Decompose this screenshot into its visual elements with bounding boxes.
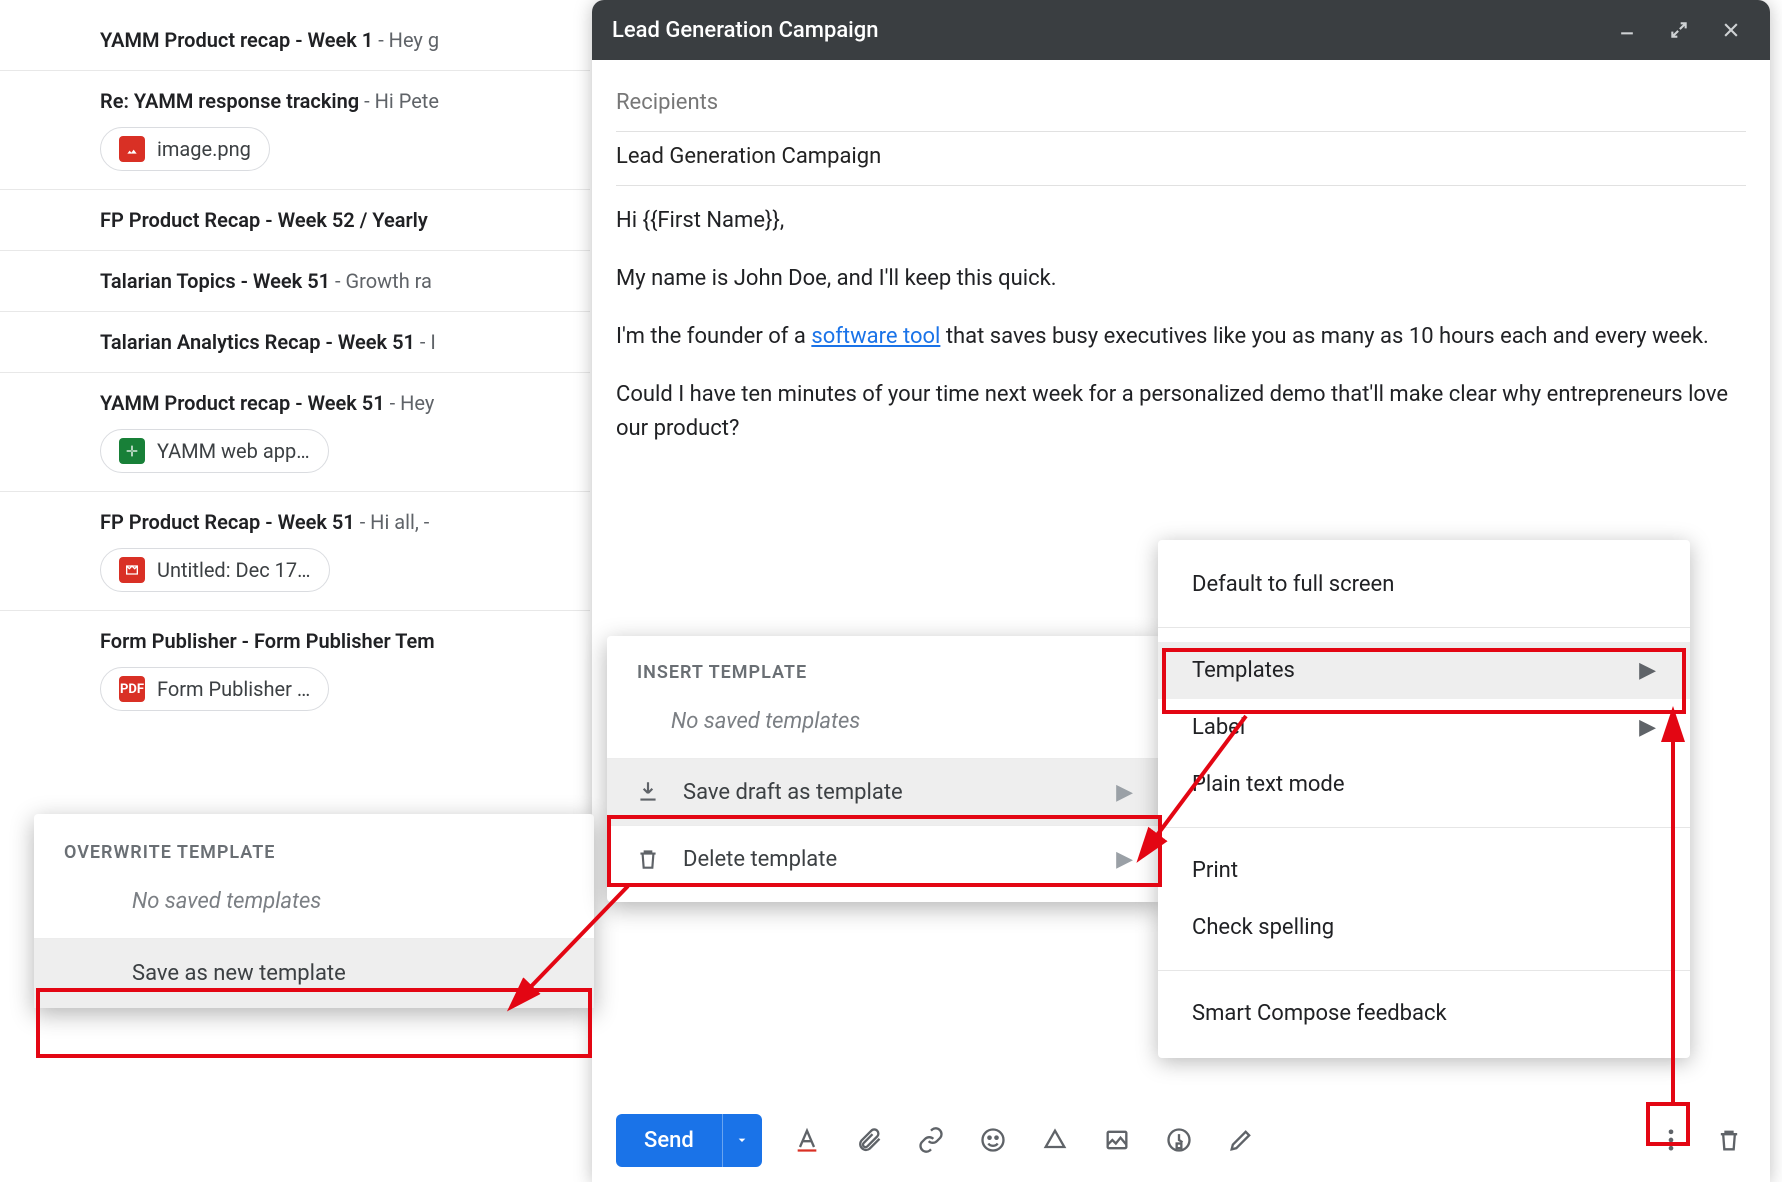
body-p2: I'm the founder of a software tool that … bbox=[616, 320, 1746, 354]
more-options-menu: Default to full screen Templates ▶ Label… bbox=[1158, 540, 1690, 1058]
pdf-icon: PDF bbox=[119, 676, 145, 702]
more-options-button[interactable] bbox=[1654, 1123, 1688, 1157]
menu-templates[interactable]: Templates ▶ bbox=[1158, 642, 1690, 699]
emoji-icon[interactable] bbox=[976, 1123, 1010, 1157]
save-as-new-template[interactable]: Save as new template bbox=[34, 938, 594, 1008]
close-button[interactable] bbox=[1714, 13, 1748, 47]
attachment-label: YAMM web app… bbox=[157, 439, 310, 463]
email-preview: - I bbox=[415, 330, 436, 354]
link-icon[interactable] bbox=[914, 1123, 948, 1157]
spreadsheet-icon bbox=[119, 438, 145, 464]
attach-icon[interactable] bbox=[852, 1123, 886, 1157]
discard-button[interactable] bbox=[1712, 1123, 1746, 1157]
attachment-chip[interactable]: YAMM web app… bbox=[100, 429, 329, 473]
chevron-right-icon: ▶ bbox=[1116, 847, 1133, 872]
email-list: YAMM Product recap - Week 1 - Hey g Re: … bbox=[0, 0, 590, 729]
email-preview: - Growth ra bbox=[330, 269, 432, 293]
attachment-chip[interactable]: Untitled: Dec 17… bbox=[100, 548, 330, 592]
subject-field[interactable]: Lead Generation Campaign bbox=[616, 132, 1746, 186]
drive-icon[interactable] bbox=[1038, 1123, 1072, 1157]
menu-separator bbox=[1158, 827, 1690, 828]
attachment-chip[interactable]: image.png bbox=[100, 127, 270, 171]
body-p1: My name is John Doe, and I'll keep this … bbox=[616, 262, 1746, 296]
email-subject: Talarian Topics - Week 51 bbox=[100, 269, 330, 293]
email-subject: YAMM Product recap - Week 51 bbox=[100, 391, 385, 415]
no-saved-templates-label: No saved templates bbox=[34, 883, 594, 938]
menu-separator bbox=[1158, 970, 1690, 971]
menu-check-spelling[interactable]: Check spelling bbox=[1158, 899, 1690, 956]
email-preview: - Hey bbox=[385, 391, 435, 415]
compose-toolbar: Send bbox=[592, 1098, 1770, 1182]
compose-title: Lead Generation Campaign bbox=[612, 18, 1592, 43]
menu-smart-compose[interactable]: Smart Compose feedback bbox=[1158, 985, 1690, 1042]
software-tool-link[interactable]: software tool bbox=[811, 324, 940, 349]
menu-label[interactable]: Label ▶ bbox=[1158, 699, 1690, 756]
insert-template-header: INSERT TEMPLATE bbox=[607, 656, 1161, 703]
email-preview: - Hi all, - bbox=[355, 510, 430, 534]
menu-separator bbox=[1158, 627, 1690, 628]
email-subject: YAMM Product recap - Week 1 bbox=[100, 28, 373, 52]
fullscreen-button[interactable] bbox=[1662, 13, 1696, 47]
video-icon bbox=[119, 557, 145, 583]
delete-template[interactable]: Delete template ▶ bbox=[607, 825, 1161, 892]
attachment-chip[interactable]: PDF Form Publisher … bbox=[100, 667, 329, 711]
email-preview: - Hi Pete bbox=[359, 89, 439, 113]
confidential-icon[interactable] bbox=[1162, 1123, 1196, 1157]
attachment-label: Untitled: Dec 17… bbox=[157, 558, 311, 582]
email-subject: Re: YAMM response tracking bbox=[100, 89, 359, 113]
email-row[interactable]: Re: YAMM response tracking - Hi Pete ima… bbox=[0, 71, 590, 190]
image-icon[interactable] bbox=[1100, 1123, 1134, 1157]
send-button[interactable]: Send bbox=[616, 1114, 722, 1167]
recipients-field[interactable]: Recipients bbox=[616, 78, 1746, 132]
pen-icon[interactable] bbox=[1224, 1123, 1258, 1157]
trash-icon bbox=[635, 846, 661, 872]
attachment-label: Form Publisher … bbox=[157, 677, 310, 701]
save-template-submenu: OVERWRITE TEMPLATE No saved templates Sa… bbox=[34, 814, 594, 1008]
email-row[interactable]: FP Product Recap - Week 51 - Hi all, - U… bbox=[0, 492, 590, 611]
image-icon bbox=[119, 136, 145, 162]
minimize-button[interactable] bbox=[1610, 13, 1644, 47]
chevron-right-icon: ▶ bbox=[1116, 780, 1133, 805]
email-preview: - Hey g bbox=[373, 28, 439, 52]
email-row[interactable]: YAMM Product recap - Week 1 - Hey g bbox=[0, 10, 590, 71]
email-row[interactable]: YAMM Product recap - Week 51 - Hey YAMM … bbox=[0, 373, 590, 492]
menu-print[interactable]: Print bbox=[1158, 842, 1690, 899]
email-row[interactable]: Talarian Analytics Recap - Week 51 - I bbox=[0, 312, 590, 373]
chevron-right-icon: ▶ bbox=[1639, 715, 1656, 740]
menu-plain-text[interactable]: Plain text mode bbox=[1158, 756, 1690, 813]
menu-default-fullscreen[interactable]: Default to full screen bbox=[1158, 556, 1690, 613]
email-subject: FP Product Recap - Week 52 / Yearly bbox=[100, 208, 428, 232]
email-subject: FP Product Recap - Week 51 bbox=[100, 510, 355, 534]
body-greeting: Hi {{First Name}}, bbox=[616, 204, 1746, 238]
email-subject: Form Publisher - Form Publisher Tem bbox=[100, 629, 435, 653]
body-p3: Could I have ten minutes of your time ne… bbox=[616, 378, 1746, 446]
send-options-button[interactable] bbox=[722, 1114, 762, 1167]
download-icon bbox=[635, 779, 661, 805]
email-subject: Talarian Analytics Recap - Week 51 bbox=[100, 330, 415, 354]
save-draft-as-template[interactable]: Save draft as template ▶ bbox=[607, 758, 1161, 825]
email-row[interactable]: FP Product Recap - Week 52 / Yearly bbox=[0, 190, 590, 251]
formatting-icon[interactable] bbox=[790, 1123, 824, 1157]
overwrite-template-header: OVERWRITE TEMPLATE bbox=[34, 836, 594, 883]
compose-header: Lead Generation Campaign bbox=[592, 0, 1770, 60]
email-row[interactable]: Form Publisher - Form Publisher Tem PDF … bbox=[0, 611, 590, 729]
attachment-label: image.png bbox=[157, 137, 251, 161]
chevron-right-icon: ▶ bbox=[1639, 658, 1656, 683]
templates-submenu: INSERT TEMPLATE No saved templates Save … bbox=[607, 636, 1161, 902]
no-saved-templates-label: No saved templates bbox=[607, 703, 1161, 758]
email-row[interactable]: Talarian Topics - Week 51 - Growth ra bbox=[0, 251, 590, 312]
